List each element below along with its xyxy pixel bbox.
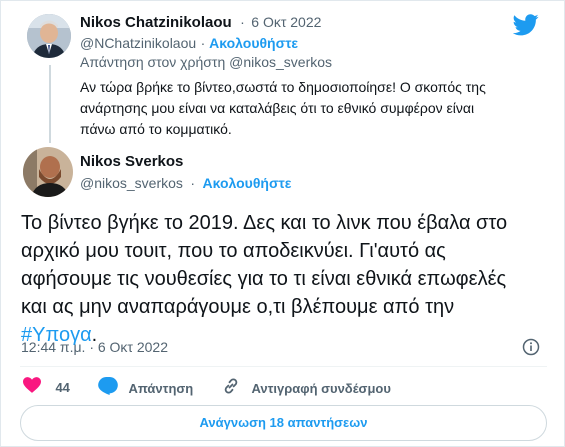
main-tweet-handle-row: @nikos_sverkos · Ακολουθήστε xyxy=(80,175,291,193)
text-line: Το βίντεο βγήκε το 2019. Δες και το λινκ… xyxy=(21,212,508,234)
like-button[interactable]: 44 xyxy=(23,377,70,397)
heart-icon xyxy=(23,377,41,398)
tweet-date[interactable]: 6 Οκτ 2022 xyxy=(251,14,321,30)
text-line: πάνω από το κομματικό. xyxy=(80,121,232,137)
info-icon[interactable] xyxy=(522,338,540,356)
separator: · xyxy=(240,14,245,30)
avatar-chatzinikolaou[interactable] xyxy=(27,14,71,58)
quoted-tweet-header: Nikos Chatzinikolaou · 6 Οκτ 2022 xyxy=(80,14,321,32)
separator: · xyxy=(200,35,210,51)
text-line: Αν τώρα βρήκε το βίντεο,σωστά το δημοσιο… xyxy=(80,79,486,95)
separator: · xyxy=(190,175,196,191)
speech-bubble-icon xyxy=(98,377,118,400)
tweet-timestamp[interactable]: 12:44 π.μ. · 6 Οκτ 2022 xyxy=(21,339,168,355)
text-line: και ας μην αναπαράγουμε ο,τι βλέπουμε απ… xyxy=(21,296,455,318)
link-icon xyxy=(221,377,241,400)
text-line: ανάρτησης μου είναι να καταλάβεις ότι το… xyxy=(80,100,475,116)
author-handle[interactable]: @NChatzinikolaou xyxy=(80,35,196,51)
main-tweet-text: Το βίντεο βγήκε το 2019. Δες και το λινκ… xyxy=(21,209,551,349)
reply-label: Απάντηση xyxy=(128,381,194,396)
avatar-sverkos[interactable] xyxy=(23,147,73,197)
like-count: 44 xyxy=(55,380,70,395)
reply-button[interactable]: Απάντηση xyxy=(98,377,193,397)
copy-link-label: Αντιγραφή συνδέσμου xyxy=(251,381,391,396)
author-name[interactable]: Nikos Chatzinikolaou xyxy=(80,14,232,31)
reply-context[interactable]: Απάντηση στον χρήστη @nikos_sverkos xyxy=(80,54,332,70)
copy-link-button[interactable]: Αντιγραφή συνδέσμου xyxy=(221,377,391,397)
thread-connector xyxy=(49,65,51,143)
quoted-tweet-handle-row: @NChatzinikolaou · Ακολουθήστε xyxy=(80,35,298,53)
follow-button[interactable]: Ακολουθήστε xyxy=(209,35,298,51)
divider xyxy=(20,366,547,367)
author-name[interactable]: Nikos Sverkos xyxy=(80,153,183,170)
author-handle[interactable]: @nikos_sverkos xyxy=(80,175,183,191)
follow-button[interactable]: Ακολουθήστε xyxy=(203,175,292,191)
quoted-tweet-text: Αν τώρα βρήκε το βίντεο,σωστά το δημοσιο… xyxy=(80,77,550,140)
read-replies-button[interactable]: Ανάγνωση 18 απαντήσεων xyxy=(20,405,547,441)
text-line: αρχικό μου τουιτ, που το αποδεικνύει. Γι… xyxy=(21,240,446,262)
tweet-embed-card: Nikos Chatzinikolaou · 6 Οκτ 2022 @NChat… xyxy=(0,0,565,447)
twitter-bird-icon[interactable] xyxy=(512,14,539,36)
text-line: αφήσουμε τις νουθεσίες για το τι είναι ε… xyxy=(21,268,507,290)
